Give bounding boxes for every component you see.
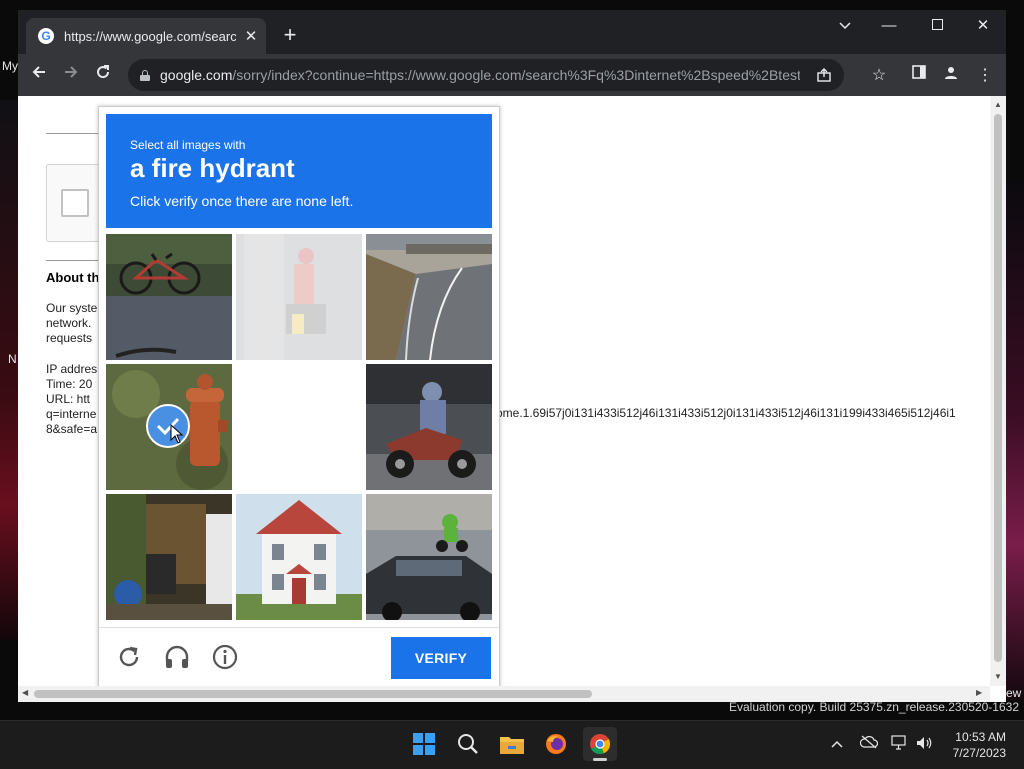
clock-date: 7/27/2023 [952, 746, 1006, 760]
active-indicator [593, 758, 607, 761]
challenge-instruction: Select all images with [130, 138, 246, 152]
footer-divider [99, 627, 499, 628]
file-explorer-button[interactable] [495, 727, 529, 761]
details-paragraph: IP addres Time: 20 URL: htt q=interne 8&safe… [46, 362, 98, 436]
tab-search-chevron-icon[interactable] [830, 16, 860, 36]
image-tile-garden[interactable] [106, 494, 232, 620]
start-button[interactable] [407, 727, 441, 761]
scroll-down-arrow-icon[interactable]: ▼ [990, 672, 1006, 681]
network-icon[interactable] [889, 735, 911, 754]
scroll-left-arrow-icon[interactable]: ◀ [22, 688, 28, 697]
divider [46, 133, 98, 134]
folder-icon [500, 737, 524, 754]
google-favicon-icon: G [38, 28, 54, 44]
scroll-up-arrow-icon[interactable]: ▲ [990, 100, 1006, 109]
verify-button[interactable]: VERIFY [391, 637, 491, 679]
page-viewport: About th Our syste network. requests IP ad… [18, 96, 1006, 702]
browser-toolbar: google.com/sorry/index?continue=https://… [18, 54, 1006, 96]
back-icon[interactable] [26, 62, 52, 88]
side-panel-icon[interactable] [908, 65, 930, 84]
close-window-icon[interactable]: ✕ [968, 16, 998, 36]
windows-logo-icon [413, 733, 435, 755]
mouse-cursor-icon [170, 424, 184, 444]
volume-icon[interactable] [913, 735, 935, 754]
about-paragraph: Our syste network. requests [46, 301, 98, 345]
image-grid [106, 234, 492, 620]
address-url: google.com/sorry/index?continue=https://… [160, 67, 800, 83]
image-tile-car[interactable] [366, 494, 492, 620]
scroll-right-arrow-icon[interactable]: ▶ [976, 688, 982, 697]
challenge-target: a fire hydrant [130, 153, 295, 183]
firefox-button[interactable] [539, 727, 573, 761]
system-clock[interactable]: 10:53 AM 7/27/2023 [953, 729, 1006, 761]
search-icon [458, 734, 478, 754]
reload-icon[interactable] [90, 62, 116, 88]
browser-window: G https://www.google.com/search? ✕ + — ✕… [18, 10, 1006, 702]
onedrive-offline-icon[interactable] [858, 735, 880, 752]
vertical-scrollbar[interactable]: ▲ ▼ [990, 96, 1006, 686]
taskbar: 10:53 AM 7/27/2023 [0, 720, 1024, 769]
bookmark-star-icon[interactable]: ☆ [868, 65, 890, 85]
search-button[interactable] [451, 727, 485, 761]
info-icon[interactable] [211, 643, 239, 671]
profile-icon[interactable] [940, 65, 962, 86]
desktop-icon-label[interactable]: ew [1006, 686, 1021, 700]
audio-challenge-icon[interactable] [163, 643, 191, 671]
new-tab-icon[interactable]: + [278, 24, 302, 46]
image-tile-fading[interactable] [236, 234, 362, 360]
desktop-wallpaper-left [0, 100, 18, 640]
challenge-subtext: Click verify once there are none left. [130, 193, 354, 209]
image-tile-bicycle[interactable] [106, 234, 232, 360]
minimize-icon[interactable]: — [874, 16, 904, 36]
about-heading: About th [46, 270, 100, 285]
share-icon[interactable] [814, 67, 834, 88]
address-bar[interactable]: google.com/sorry/index?continue=https://… [128, 59, 844, 91]
captcha-challenge-dialog: Select all images with a fire hydrant Cl… [98, 106, 500, 688]
tab-close-icon[interactable]: ✕ [242, 27, 260, 45]
clock-time: 10:53 AM [955, 730, 1006, 744]
reload-challenge-icon[interactable] [115, 643, 143, 671]
image-tile-motorcycle[interactable] [366, 364, 492, 490]
horizontal-scroll-thumb[interactable] [34, 690, 592, 698]
desktop-icon-label[interactable]: N [8, 352, 17, 366]
desktop-icon-label[interactable]: My [2, 59, 18, 73]
firefox-icon [546, 734, 566, 754]
forward-icon[interactable] [58, 62, 84, 88]
menu-dots-icon[interactable]: ⋮ [974, 65, 996, 85]
url-text-overflow: ome.1.69i57j0i131i433i512j46i131i433i512… [496, 406, 956, 420]
maximize-icon[interactable] [922, 16, 952, 36]
recaptcha-checkbox[interactable] [61, 189, 89, 217]
image-tile-empty[interactable] [236, 364, 362, 490]
evaluation-watermark: Evaluation copy. Build 25375.zn_release.… [729, 700, 1019, 714]
challenge-header: Select all images with a fire hydrant Cl… [106, 114, 492, 228]
desktop-wallpaper-right [1004, 180, 1024, 700]
vertical-scroll-thumb[interactable] [994, 114, 1002, 662]
chrome-button[interactable] [583, 727, 617, 761]
divider [46, 260, 98, 261]
tab-strip: G https://www.google.com/search? ✕ + — ✕ [18, 10, 1006, 54]
browser-tab[interactable]: G https://www.google.com/search? ✕ [26, 18, 266, 54]
image-tile-house[interactable] [236, 494, 362, 620]
image-tile-highway[interactable] [366, 234, 492, 360]
lock-icon[interactable] [140, 69, 150, 81]
image-tile-fire-hydrant[interactable] [106, 364, 232, 490]
chrome-icon [590, 734, 611, 755]
tab-title: https://www.google.com/search? [64, 28, 236, 44]
tray-overflow-chevron-icon[interactable] [826, 735, 848, 751]
